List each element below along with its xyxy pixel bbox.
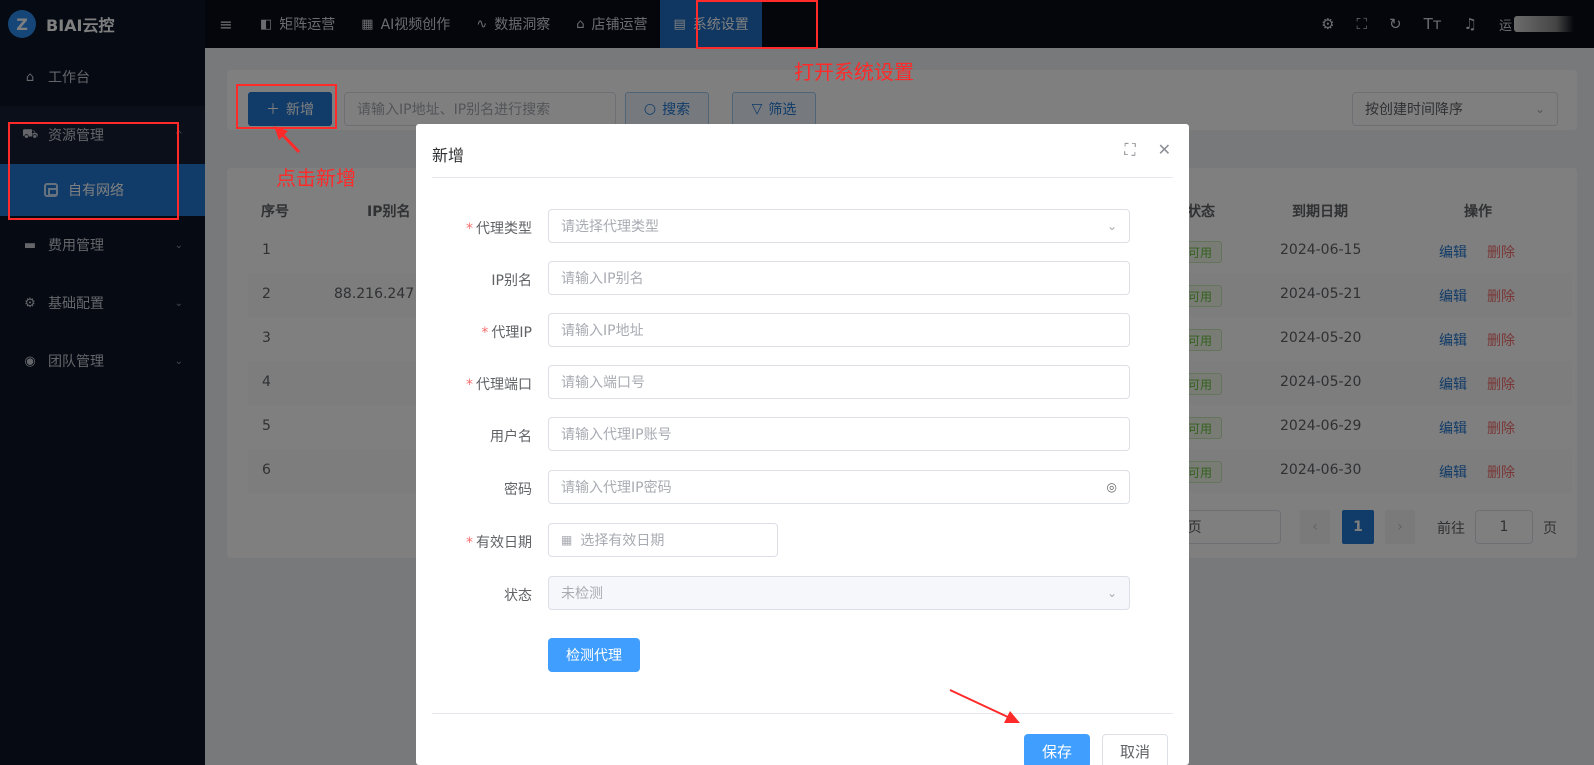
annotation-box-settings bbox=[696, 0, 818, 49]
dialog-header-divider bbox=[432, 177, 1173, 178]
proxy-type-placeholder: 请选择代理类型 bbox=[561, 219, 659, 235]
username-label: 用户名 bbox=[490, 429, 532, 445]
username-input[interactable]: 请输入代理IP账号 bbox=[548, 417, 1130, 451]
proxy-type-label: * 代理类型 bbox=[427, 218, 532, 238]
password-label: 密码 bbox=[504, 482, 532, 498]
required-mark: * bbox=[466, 377, 473, 393]
password-placeholder: 请输入代理IP密码 bbox=[561, 480, 672, 496]
add-proxy-dialog: 新增 ⛶ ✕ * 代理类型 请选择代理类型 ⌄ IP别名 请输入IP别名 * 代理I… bbox=[416, 124, 1189, 765]
annotation-arrow-save bbox=[949, 689, 1020, 723]
ip-alias-input[interactable]: 请输入IP别名 bbox=[548, 261, 1130, 295]
password-input[interactable]: 请输入代理IP密码 ◎ bbox=[548, 470, 1130, 504]
valid-date-label-text: 有效日期 bbox=[476, 535, 532, 551]
ip-alias-label: IP别名 bbox=[491, 273, 532, 289]
proxy-type-label-text: 代理类型 bbox=[476, 221, 532, 237]
calendar-icon: ▦ bbox=[561, 533, 573, 547]
proxy-port-input[interactable]: 请输入端口号 bbox=[548, 365, 1130, 399]
valid-date-picker[interactable]: ▦ 选择有效日期 bbox=[548, 523, 778, 557]
dialog-title: 新增 bbox=[432, 146, 465, 165]
required-mark: * bbox=[466, 221, 473, 237]
cancel-button[interactable]: 取消 bbox=[1102, 734, 1168, 765]
proxy-ip-label: * 代理IP bbox=[427, 322, 532, 342]
proxy-ip-input[interactable]: 请输入IP地址 bbox=[548, 313, 1130, 347]
required-mark: * bbox=[466, 535, 473, 551]
close-icon[interactable]: ✕ bbox=[1158, 140, 1171, 160]
valid-date-placeholder: 选择有效日期 bbox=[580, 533, 665, 549]
annotation-box-sidebar bbox=[8, 122, 179, 220]
dialog-header-actions: ⛶ ✕ bbox=[1124, 140, 1171, 160]
annotation-arrow-add bbox=[274, 126, 301, 154]
eye-off-icon[interactable]: ◎ bbox=[1107, 480, 1117, 494]
status-value: 未检测 bbox=[561, 586, 603, 602]
annotation-open-settings: 打开系统设置 bbox=[794, 60, 914, 84]
proxy-ip-label-text: 代理IP bbox=[491, 325, 532, 341]
annotation-click-add: 点击新增 bbox=[276, 166, 356, 190]
proxy-port-label: * 代理端口 bbox=[427, 374, 532, 394]
proxy-type-select[interactable]: 请选择代理类型 ⌄ bbox=[548, 209, 1130, 243]
dialog-footer-divider bbox=[432, 713, 1173, 714]
chevron-down-icon: ⌄ bbox=[1106, 219, 1117, 233]
valid-date-label: * 有效日期 bbox=[427, 532, 532, 552]
status-label: 状态 bbox=[504, 588, 532, 604]
save-button[interactable]: 保存 bbox=[1024, 734, 1090, 765]
status-select: 未检测 ⌄ bbox=[548, 576, 1130, 610]
chevron-down-icon: ⌄ bbox=[1106, 586, 1117, 600]
check-proxy-button[interactable]: 检测代理 bbox=[548, 638, 640, 672]
maximize-icon[interactable]: ⛶ bbox=[1124, 140, 1135, 160]
proxy-port-label-text: 代理端口 bbox=[476, 377, 532, 393]
required-mark: * bbox=[481, 325, 489, 341]
